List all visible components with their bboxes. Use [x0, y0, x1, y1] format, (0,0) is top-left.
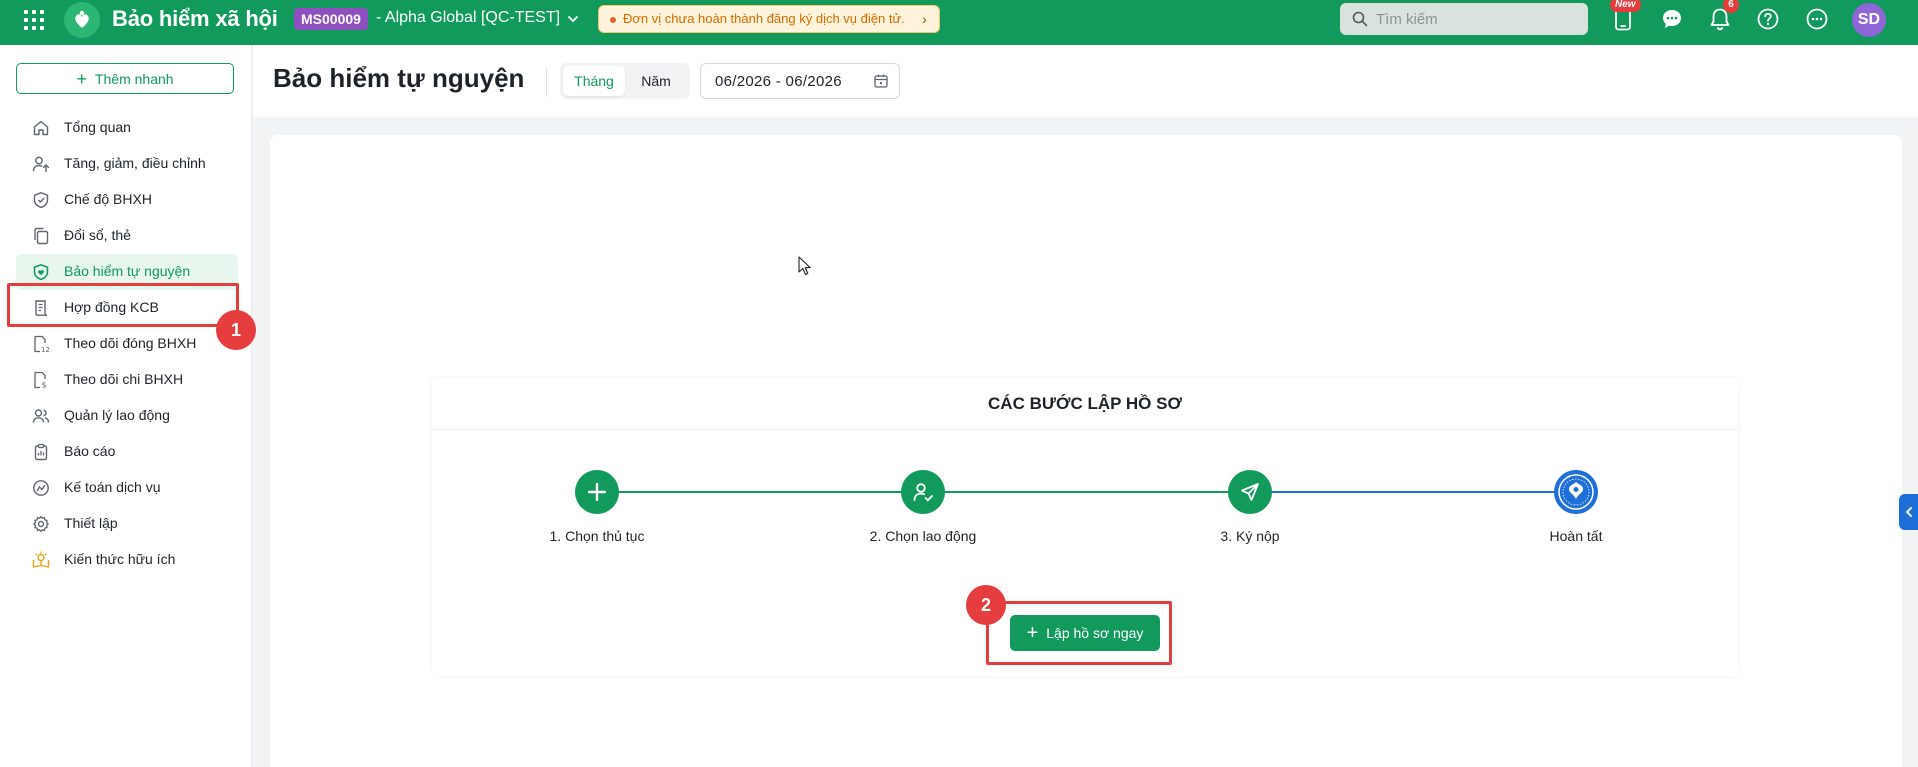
period-option-month[interactable]: Tháng: [563, 66, 625, 96]
svg-text:$: $: [42, 381, 47, 390]
header-divider: [546, 67, 547, 97]
chevron-right-icon: ›: [922, 11, 927, 27]
steps-card: CÁC BƯỚC LẬP HỒ SƠ 1. Chọn thủ tục 2. Ch…: [432, 378, 1738, 676]
sidebar-item-kcb-contract[interactable]: Hợp đồng KCB: [16, 290, 238, 326]
step-1-circle: [575, 470, 619, 514]
user-avatar[interactable]: SD: [1852, 3, 1886, 37]
calendar-doc-icon: 12: [34, 335, 50, 353]
date-range-picker[interactable]: 06/2026 - 06/2026: [700, 63, 900, 99]
sidebar-item-service-accounting[interactable]: Kế toán dịch vụ: [16, 470, 238, 506]
chat-icon[interactable]: [1658, 5, 1686, 33]
svg-text:12: 12: [41, 346, 50, 353]
notice-text: Đơn vị chưa hoàn thành đăng ký dịch vụ đ…: [623, 11, 905, 26]
bhxh-logo-icon: [1558, 474, 1594, 510]
period-option-year[interactable]: Năm: [625, 66, 687, 96]
quick-add-label: Thêm nhanh: [94, 70, 174, 87]
service-notice[interactable]: Đơn vị chưa hoàn thành đăng ký dịch vụ đ…: [598, 5, 940, 33]
step-connector-2: [923, 491, 1250, 493]
step-3-label: 3. Ký nộp: [1220, 528, 1280, 544]
create-dossier-label: Lập hồ sơ ngay: [1046, 625, 1144, 641]
sidebar-item-voluntary-insurance[interactable]: Bảo hiểm tự nguyện: [16, 254, 238, 290]
search-icon: [1352, 11, 1368, 27]
shield-heart-icon: [33, 264, 49, 281]
sidebar-item-bhxh-regime[interactable]: Chế độ BHXH: [16, 182, 238, 218]
help-icon[interactable]: [1754, 5, 1782, 33]
step-2-label: 2. Chọn lao động: [869, 528, 977, 544]
shield-icon: [33, 192, 49, 209]
clipboard-icon: [34, 443, 48, 461]
plus-icon: [587, 482, 607, 502]
step-1-label: 1. Chọn thủ tục: [549, 528, 645, 544]
step-3-circle: [1228, 470, 1272, 514]
search-box[interactable]: [1340, 3, 1588, 35]
sidebar: + Thêm nhanh Tổng quan Tăng, giảm, điều …: [0, 45, 252, 767]
home-icon: [33, 120, 49, 136]
org-name[interactable]: - Alpha Global [QC-TEST]: [376, 9, 560, 27]
page-header: Bảo hiểm tự nguyện Tháng Năm 06/2026 - 0…: [253, 45, 1918, 117]
steps-title: CÁC BƯỚC LẬP HỒ SƠ: [432, 378, 1738, 430]
plus-icon: +: [76, 68, 87, 89]
sidebar-item-bhxh-expense-tracking[interactable]: $ Theo dõi chi BHXH: [16, 362, 238, 398]
notification-count-badge: 6: [1723, 0, 1739, 13]
create-dossier-button[interactable]: + Lập hồ sơ ngay: [1010, 615, 1160, 651]
org-code-badge[interactable]: MS00009: [294, 8, 368, 30]
gear-icon: [33, 515, 49, 533]
apps-grid-icon[interactable]: [22, 8, 46, 32]
page-title: Bảo hiểm tự nguyện: [273, 63, 525, 93]
step-badge-1: 1: [216, 310, 256, 350]
sidebar-item-bhxh-payment-tracking[interactable]: 12 Theo dõi đóng BHXH: [16, 326, 238, 362]
bulb-book-icon: [32, 551, 50, 568]
top-bar: Bảo hiểm xã hội MS00009 - Alpha Global […: [0, 0, 1918, 45]
alert-dot-icon: [610, 17, 616, 23]
sidebar-item-reports[interactable]: Báo cáo: [16, 434, 238, 470]
search-input[interactable]: [1376, 3, 1576, 35]
mouse-cursor-icon: [798, 256, 811, 276]
panel-collapse-tab[interactable]: [1899, 494, 1918, 530]
chevron-left-icon: [1905, 507, 1912, 517]
user-check-icon: [913, 483, 933, 502]
date-range-value: 06/2026 - 06/2026: [715, 72, 842, 90]
sidebar-item-settings[interactable]: Thiết lập: [16, 506, 238, 542]
step-connector-1: [597, 491, 923, 493]
app-logo-icon: [64, 2, 100, 38]
sidebar-item-adjust[interactable]: Tăng, giảm, điều chỉnh: [16, 146, 238, 182]
users-icon: [32, 409, 50, 423]
step-4-label: Hoàn tất: [1549, 528, 1603, 544]
copy-icon: [34, 227, 49, 245]
send-icon: [1241, 483, 1259, 501]
contract-icon: [35, 300, 48, 316]
calendar-icon: [874, 74, 888, 88]
step-2-circle: [901, 470, 945, 514]
period-toggle: Tháng Năm: [560, 63, 690, 99]
step-connector-3: [1250, 491, 1576, 493]
sidebar-item-overview[interactable]: Tổng quan: [16, 110, 238, 146]
sidebar-item-useful-knowledge[interactable]: Kiến thức hữu ích: [16, 542, 238, 578]
chevron-down-icon[interactable]: [566, 12, 580, 26]
doc-money-icon: $: [34, 371, 47, 390]
new-badge: New: [1610, 0, 1641, 12]
more-icon[interactable]: [1803, 5, 1831, 33]
plus-icon: +: [1026, 622, 1039, 644]
sidebar-item-labor-management[interactable]: Quản lý lao động: [16, 398, 238, 434]
sidebar-item-card-change[interactable]: Đổi sổ, thẻ: [16, 218, 238, 254]
quick-add-button[interactable]: + Thêm nhanh: [16, 63, 234, 94]
user-arrow-icon: [32, 156, 50, 173]
step-4-circle: [1554, 470, 1598, 514]
app-title: Bảo hiểm xã hội: [112, 6, 278, 31]
step-badge-2: 2: [966, 585, 1006, 625]
chart-circle-icon: [33, 480, 49, 496]
